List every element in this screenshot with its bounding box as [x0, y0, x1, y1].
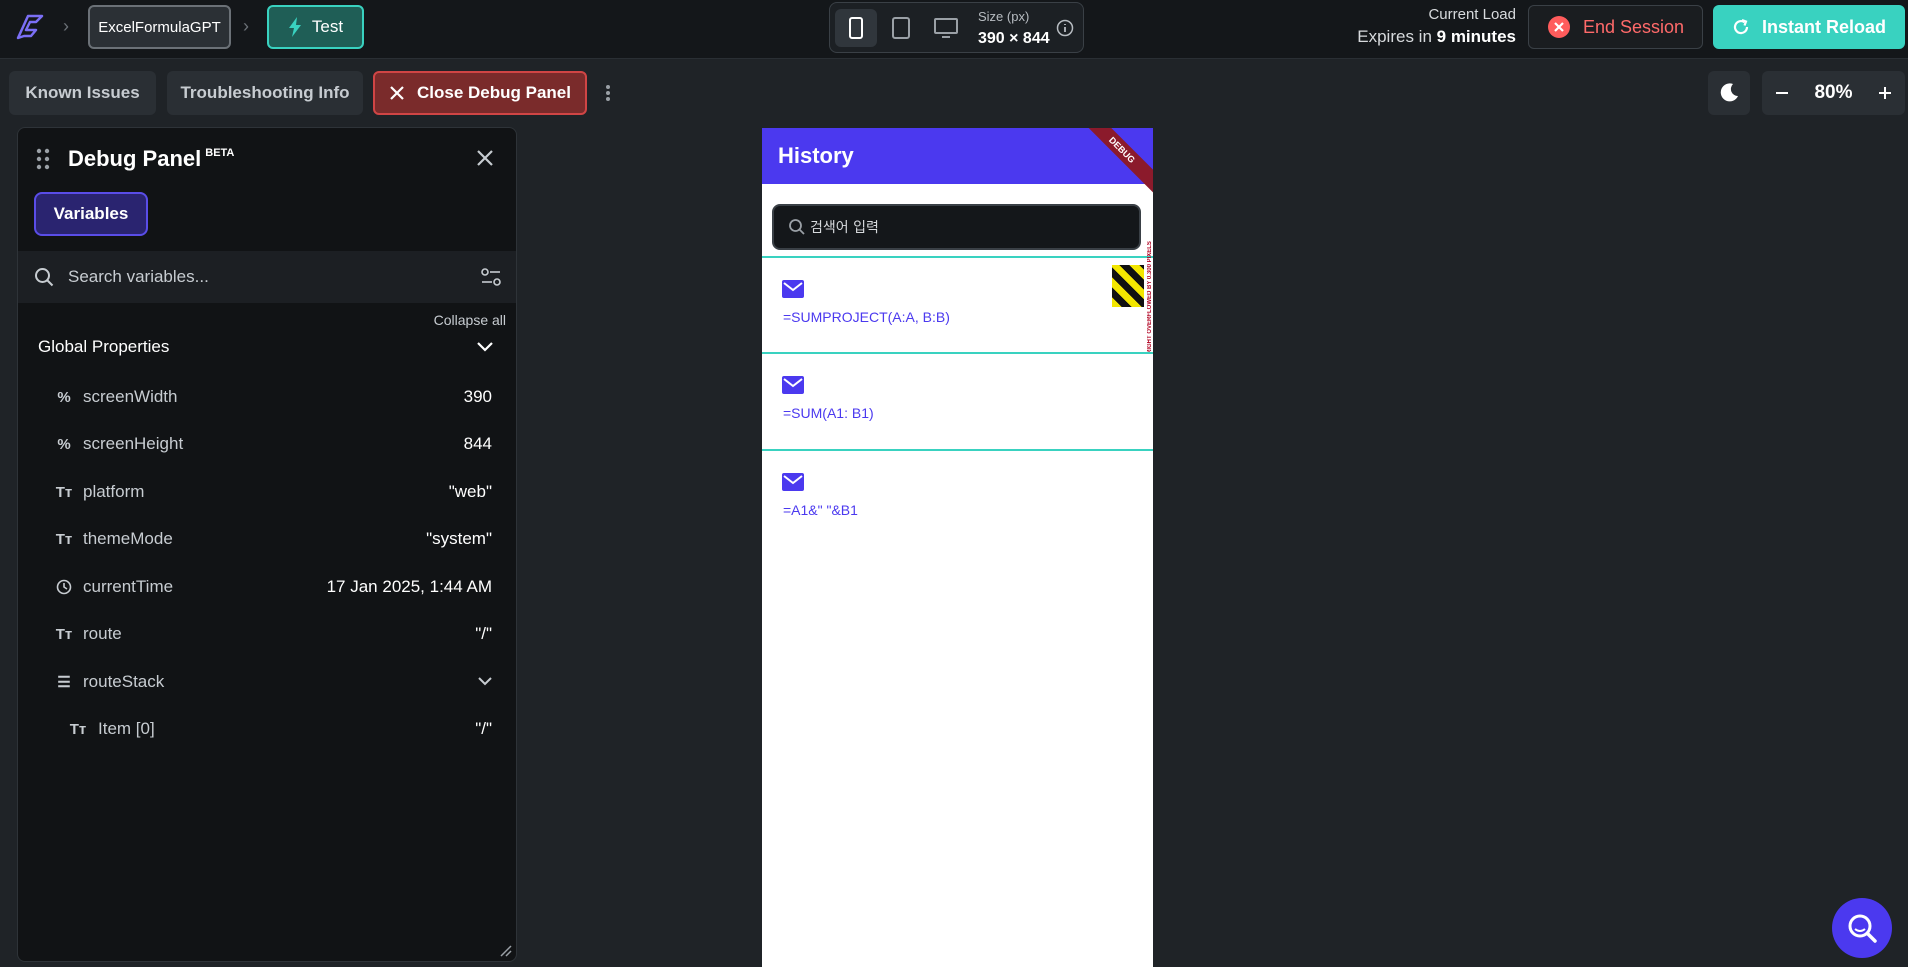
variable-row[interactable]: % screenWidth 390 [18, 382, 516, 412]
instant-reload-button[interactable]: Instant Reload [1713, 5, 1905, 49]
app-bar: History DEBUG [762, 128, 1153, 202]
test-label: Test [311, 17, 344, 36]
search-icon [789, 219, 805, 235]
chevron-right-icon: › [63, 16, 69, 36]
expires-text: Expires in 9 minutes [1357, 27, 1516, 46]
test-mode-button[interactable]: Test [267, 5, 364, 49]
lightning-icon [288, 17, 301, 37]
beta-badge: BETA [205, 147, 235, 159]
instant-reload-label: Instant Reload [1761, 16, 1886, 37]
formula-text: =A1&" "&B1 [783, 502, 858, 518]
variable-row[interactable]: Tт platform "web" [18, 477, 516, 507]
resize-handle-icon[interactable] [500, 945, 512, 957]
list-icon: ☰ [57, 674, 71, 691]
drag-handle-icon[interactable] [36, 148, 50, 170]
percent-icon: % [57, 388, 71, 406]
variable-row[interactable]: ☰ routeStack [18, 667, 516, 697]
collapse-all-button[interactable]: Collapse all [434, 312, 506, 328]
zoom-out-icon[interactable] [1774, 85, 1790, 101]
refresh-icon [1733, 18, 1749, 35]
phone-icon [849, 17, 863, 39]
variable-search-bar [18, 251, 516, 303]
clock-icon [54, 577, 74, 597]
more-options-icon[interactable] [603, 83, 613, 103]
formula-text: =SUMPROJECT(A:A, B:B) [783, 309, 950, 325]
troubleshooting-info-button[interactable]: Troubleshooting Info [167, 71, 363, 115]
desktop-device-button[interactable] [925, 9, 967, 47]
variable-row[interactable]: Tт Item [0] "/" [18, 714, 516, 744]
variable-row[interactable]: Tт themeMode "system" [18, 524, 516, 554]
overflow-warning-stripe [1112, 265, 1144, 307]
known-issues-button[interactable]: Known Issues [9, 71, 156, 115]
text-type-icon: Tт [55, 483, 73, 501]
history-item[interactable]: =A1&" "&B1 [762, 451, 1153, 546]
global-properties-header[interactable]: Global Properties [38, 337, 169, 357]
search-icon [35, 268, 54, 287]
text-type-icon: Tт [69, 720, 87, 738]
phone-device-button[interactable] [835, 9, 877, 47]
variable-row[interactable]: % screenHeight 844 [18, 429, 516, 459]
tablet-icon [892, 17, 910, 39]
tablet-device-button[interactable] [880, 9, 922, 47]
project-name-button[interactable]: ExcelFormulaGPT [88, 5, 231, 49]
device-size-selector: Size (px) 390 × 844 [829, 2, 1084, 53]
overflow-warning-text: RIGHT OVERFLOWED BY 0.300 PIXELS [1147, 241, 1153, 354]
moon-icon [1720, 83, 1738, 102]
top-bar: › ExcelFormulaGPT › Test Size (px) 390 ×… [0, 0, 1908, 59]
variable-row[interactable]: Tт route "/" [18, 619, 516, 649]
desktop-icon [934, 18, 958, 38]
flutterflow-logo-icon[interactable] [12, 10, 46, 44]
mail-icon [782, 376, 804, 394]
page-title: History [778, 143, 854, 168]
debug-panel: Debug PanelBETA Variables Collapse all G… [17, 127, 517, 962]
project-name-label: ExcelFormulaGPT [98, 18, 221, 36]
chevron-down-icon[interactable] [476, 675, 494, 687]
phone-preview: History DEBUG =SUMPROJECT(A:A, B:B) RIGH… [762, 128, 1153, 967]
end-session-label: End Session [1582, 16, 1685, 37]
close-panel-icon[interactable] [475, 148, 495, 168]
history-item[interactable]: =SUMPROJECT(A:A, B:B) [762, 258, 1153, 353]
close-circle-icon [1547, 16, 1570, 38]
variable-row[interactable]: currentTime 17 Jan 2025, 1:44 AM [18, 572, 516, 602]
percent-icon: % [57, 435, 71, 453]
text-type-icon: Tт [55, 530, 73, 548]
end-session-button[interactable]: End Session [1528, 5, 1703, 49]
close-debug-panel-button[interactable]: Close Debug Panel [373, 71, 587, 115]
mail-icon [782, 473, 804, 491]
info-icon[interactable] [1056, 19, 1074, 37]
variable-search-input[interactable] [68, 261, 448, 293]
chevron-down-icon[interactable] [475, 340, 495, 354]
search-icon [1848, 914, 1877, 943]
mail-icon [782, 280, 804, 298]
debug-panel-title: Debug Panel BETA [68, 146, 235, 171]
theme-toggle-button[interactable] [1708, 71, 1750, 115]
close-icon [390, 86, 404, 100]
formula-text: =SUM(A1: B1) [783, 405, 874, 421]
zoom-value: 80% [1814, 82, 1853, 103]
zoom-in-icon[interactable] [1877, 85, 1893, 101]
debug-banner: DEBUG [1070, 128, 1153, 202]
help-search-button[interactable] [1832, 898, 1892, 958]
history-search-field[interactable] [772, 204, 1141, 250]
filter-icon[interactable] [480, 267, 502, 287]
expires-value: 9 minutes [1436, 27, 1516, 46]
history-item[interactable]: =SUM(A1: B1) [762, 354, 1153, 449]
zoom-control: 80% [1762, 71, 1905, 115]
size-value: 390 × 844 [978, 30, 1050, 47]
current-load-label: Current Load [1428, 6, 1516, 23]
tab-variables[interactable]: Variables [34, 192, 148, 236]
chevron-right-icon: › [243, 16, 249, 36]
history-search-input[interactable] [810, 214, 1130, 242]
text-type-icon: Tт [55, 625, 73, 643]
size-label: Size (px) [978, 9, 1030, 24]
